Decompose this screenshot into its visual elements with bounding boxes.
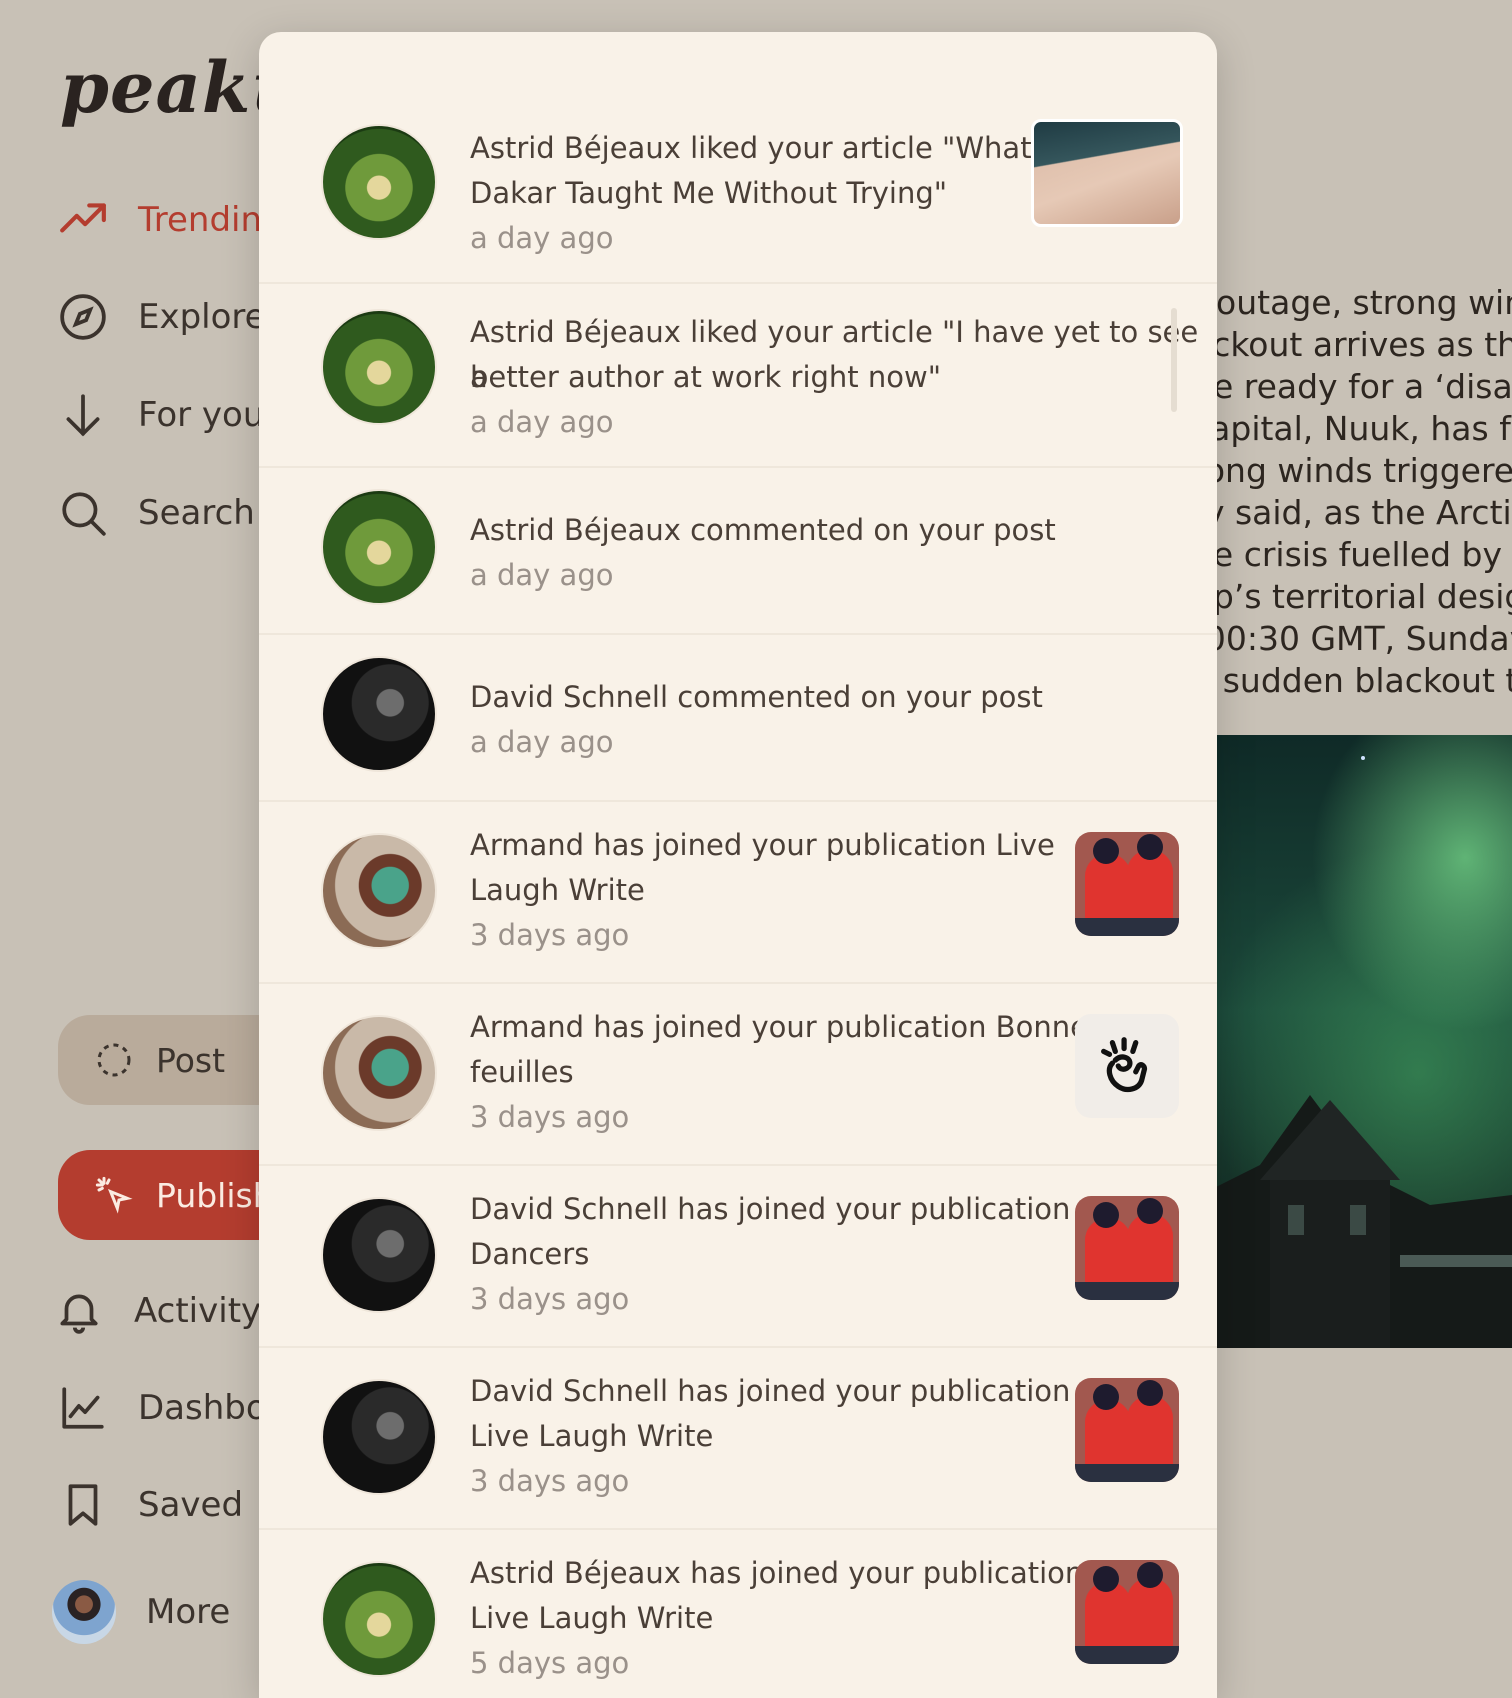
notification-item[interactable]: David Schnell commented on your post a d… [259, 635, 1217, 802]
nav-search-label: Search [138, 493, 255, 533]
article-line: np’s territorial design [1200, 577, 1512, 616]
notification-line: Astrid Béjeaux has joined your publicati… [470, 1556, 1084, 1590]
nav-for-you[interactable]: For you [58, 390, 264, 440]
nav-activity-label: Activity [134, 1291, 262, 1331]
search-icon [62, 492, 106, 536]
article-thumbnail[interactable] [1031, 119, 1183, 227]
nav-more[interactable]: More [52, 1580, 230, 1644]
nav-saved-label: Saved [138, 1485, 244, 1525]
notification-line: Live Laugh Write [470, 1419, 714, 1453]
notification-time: a day ago [470, 221, 614, 255]
notification-item[interactable]: Astrid Béjeaux commented on your post a … [259, 468, 1217, 635]
article-line: r outage, strong win [1200, 283, 1512, 322]
publication-thumbnail[interactable] [1075, 1196, 1179, 1300]
publish-button-label: Publish [156, 1175, 274, 1215]
notification-line: David Schnell has joined your publicatio… [470, 1192, 1071, 1226]
notification-item[interactable]: Astrid Béjeaux liked your article "What … [259, 82, 1217, 284]
notification-line: feuilles [470, 1055, 574, 1089]
avatar [321, 309, 437, 425]
article-line: ne crisis fuelled by U [1200, 535, 1512, 574]
nav-explore[interactable]: Explore [58, 292, 266, 342]
avatar [321, 489, 437, 605]
notification-item[interactable]: David Schnell has joined your publicatio… [259, 1166, 1217, 1348]
notification-line: Dakar Taught Me Without Trying" [470, 176, 948, 210]
avatar [52, 1580, 116, 1644]
article-line: capital, Nuuk, has fo [1200, 409, 1512, 448]
notification-time: a day ago [470, 405, 614, 439]
nav-activity[interactable]: Activity [54, 1286, 261, 1336]
bookmark-icon [68, 1484, 98, 1526]
notifications-panel[interactable]: Astrid Béjeaux liked your article "What … [259, 32, 1217, 1698]
nav-dashboard-label: Dashbo [138, 1388, 267, 1428]
post-button-label: Post [156, 1040, 226, 1080]
notification-time: 5 days ago [470, 1646, 630, 1680]
compass-icon [60, 294, 106, 340]
publication-thumbnail[interactable] [1075, 1014, 1179, 1118]
article-image-aurora [1200, 735, 1512, 1348]
notification-time: a day ago [470, 558, 614, 592]
hand-icon [1101, 1037, 1148, 1093]
article-line: ackout arrives as th [1200, 325, 1512, 364]
avatar [321, 124, 437, 240]
notification-time: 3 days ago [470, 1282, 630, 1316]
article-body: r outage, strong win ackout arrives as t… [1200, 282, 1512, 702]
notification-line: Laugh Write [470, 873, 645, 907]
avatar [321, 1561, 437, 1677]
notification-line: Live Laugh Write [470, 1601, 714, 1635]
nav-search[interactable]: Search [58, 488, 255, 538]
avatar [321, 1197, 437, 1313]
notification-line: Dancers [470, 1237, 590, 1271]
trending-up-icon [60, 203, 106, 233]
arrow-down-icon [66, 394, 100, 437]
publication-thumbnail[interactable] [1075, 832, 1179, 936]
notification-item[interactable]: Armand has joined your publication Bonne… [259, 984, 1217, 1166]
notification-time: a day ago [470, 725, 614, 759]
scrollbar[interactable] [1171, 308, 1177, 412]
dashed-circle-icon [97, 1043, 131, 1077]
chart-line-icon [62, 1387, 104, 1429]
article-line: rong winds triggered [1200, 451, 1512, 490]
publication-thumbnail[interactable] [1075, 1378, 1179, 1482]
avatar [321, 656, 437, 772]
nav-trending[interactable]: Trending [58, 195, 284, 245]
article-line: a sudden blackout th [1200, 661, 1512, 700]
notification-item[interactable]: Astrid Béjeaux has joined your publicati… [259, 1530, 1217, 1698]
article-line: (00:30 GMT, Sunday [1200, 619, 1512, 658]
notification-line: David Schnell has joined your publicatio… [470, 1374, 1071, 1408]
sparkle-cursor-icon [95, 1176, 133, 1214]
notification-item[interactable]: Astrid Béjeaux liked your article "I hav… [259, 284, 1217, 468]
nav-dashboard[interactable]: Dashbo [58, 1383, 267, 1433]
bell-icon [60, 1294, 98, 1334]
nav-more-label: More [146, 1592, 231, 1632]
avatar [321, 1015, 437, 1131]
notification-line: Armand has joined your publication Bonne… [470, 1010, 1104, 1044]
notification-time: 3 days ago [470, 1100, 630, 1134]
notification-time: 3 days ago [470, 1464, 630, 1498]
notification-item[interactable]: Armand has joined your publication Live … [259, 802, 1217, 984]
article-line: ty said, as the Arctic [1200, 493, 1512, 532]
notification-line: Armand has joined your publication Live [470, 828, 1055, 862]
notification-line: Astrid Béjeaux liked your article "What [470, 131, 1032, 165]
avatar [321, 833, 437, 949]
article-line: be ready for a ‘disa [1200, 367, 1512, 406]
notification-time: 3 days ago [470, 918, 630, 952]
notification-item[interactable]: David Schnell has joined your publicatio… [259, 1348, 1217, 1530]
nav-explore-label: Explore [138, 297, 266, 337]
nav-saved[interactable]: Saved [58, 1480, 243, 1530]
nav-for-you-label: For you [138, 395, 265, 435]
notification-line: Astrid Béjeaux commented on your post [470, 513, 1056, 547]
publication-thumbnail[interactable] [1075, 1560, 1179, 1664]
avatar [321, 1379, 437, 1495]
notification-line: David Schnell commented on your post [470, 680, 1043, 714]
notification-line: better author at work right now" [470, 360, 942, 394]
